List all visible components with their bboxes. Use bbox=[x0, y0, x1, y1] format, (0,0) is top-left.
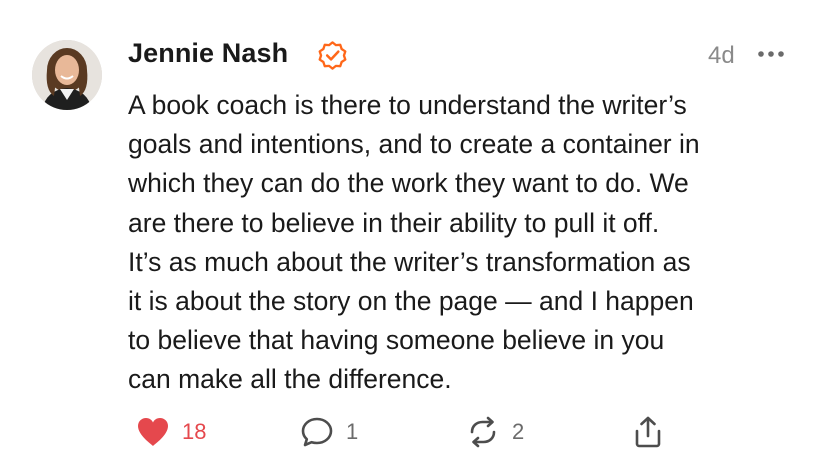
author-avatar[interactable] bbox=[32, 40, 102, 110]
comment-count: 1 bbox=[346, 419, 359, 444]
timestamp: 4d bbox=[708, 42, 735, 69]
note-card: Jennie Nash 4d A book coach is there to … bbox=[0, 0, 828, 464]
comment-icon bbox=[301, 417, 333, 447]
share-button[interactable] bbox=[632, 414, 664, 450]
share-icon bbox=[635, 416, 661, 448]
note-body-text: A book coach is there to understand the … bbox=[128, 90, 700, 395]
restack-icon bbox=[470, 416, 496, 448]
heart-icon bbox=[138, 418, 168, 446]
like-button[interactable]: 18 bbox=[136, 414, 206, 450]
restack-count: 2 bbox=[512, 419, 525, 444]
author-name[interactable]: Jennie Nash bbox=[128, 38, 288, 69]
verified-check-icon bbox=[318, 41, 347, 70]
like-count: 18 bbox=[182, 419, 207, 444]
restack-button[interactable]: 2 bbox=[466, 414, 524, 450]
comment-button[interactable]: 1 bbox=[300, 414, 358, 450]
more-dots-icon[interactable] bbox=[756, 44, 788, 64]
